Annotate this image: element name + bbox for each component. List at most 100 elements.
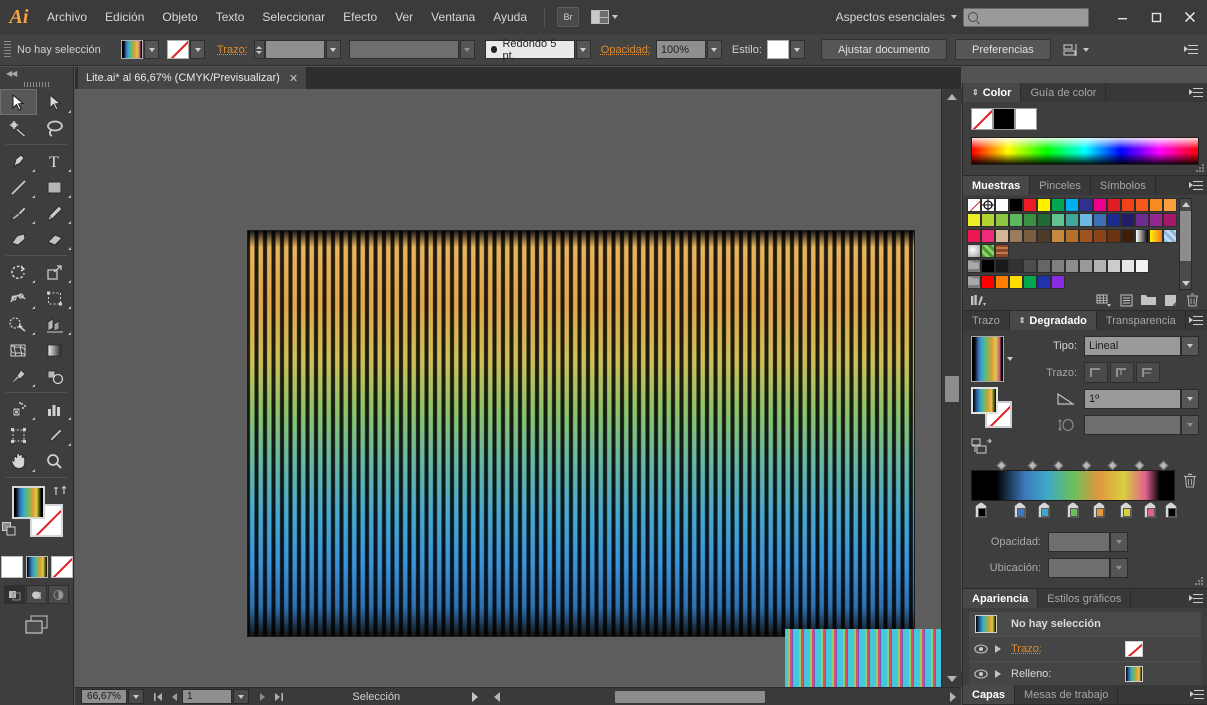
none-mode-button[interactable] <box>51 556 73 578</box>
menu-edicion[interactable]: Edición <box>96 0 153 34</box>
swatch-color[interactable] <box>1037 198 1051 212</box>
status-menu-icon[interactable] <box>467 689 483 705</box>
swatch-gray[interactable] <box>1065 259 1079 273</box>
rotate-tool[interactable] <box>0 259 37 285</box>
swatch-color[interactable] <box>1107 213 1121 227</box>
swatch-color[interactable] <box>967 229 981 243</box>
delete-swatch-icon[interactable] <box>1181 291 1203 309</box>
swatch-color[interactable] <box>1121 213 1135 227</box>
tab-degradado[interactable]: ⇕ Degradado <box>1010 311 1097 330</box>
appearance-target-row[interactable]: No hay selección <box>969 612 1201 637</box>
swatch-gray[interactable] <box>1037 259 1051 273</box>
stroke-weight-stepper[interactable] <box>254 40 265 59</box>
gradient-aspect-input[interactable] <box>1084 415 1181 435</box>
disclosure-triangle-icon[interactable] <box>995 645 1005 653</box>
reverse-gradient-icon[interactable] <box>971 438 1027 458</box>
swatch-color[interactable] <box>1163 198 1177 212</box>
brush-control[interactable]: Redondo 5 pt. <box>485 40 591 59</box>
swatch-color[interactable] <box>981 213 995 227</box>
swatch-registration[interactable] <box>981 198 995 212</box>
last-page-icon[interactable] <box>270 689 286 705</box>
new-color-group-icon[interactable] <box>1137 291 1159 309</box>
gradient-midpoint[interactable] <box>997 461 1007 471</box>
opacity-label[interactable]: Opacidad: <box>601 44 651 56</box>
striped-secondary-artwork[interactable] <box>785 629 955 687</box>
appearance-row-fill[interactable]: Relleno: <box>969 662 1201 687</box>
swatch-gray[interactable] <box>1051 259 1065 273</box>
tab-mesas-de-trabajo[interactable]: Mesas de trabajo <box>1015 685 1118 704</box>
maximize-button[interactable] <box>1139 4 1173 30</box>
none-swatch[interactable] <box>971 108 993 130</box>
tab-apariencia[interactable]: Apariencia <box>963 589 1038 608</box>
gradient-stop[interactable] <box>1014 502 1026 518</box>
swatch-color[interactable] <box>1009 229 1023 243</box>
tab-guia-de-color[interactable]: Guía de color <box>1021 83 1106 102</box>
gradient-fill-button[interactable] <box>971 387 998 414</box>
draw-inside-button[interactable] <box>48 585 69 604</box>
stroke-weight-control[interactable] <box>254 40 341 59</box>
swatch-color[interactable] <box>1065 213 1079 227</box>
gradient-stop[interactable] <box>975 502 987 518</box>
type-tool[interactable]: T <box>37 148 74 174</box>
stroke-weight-input[interactable] <box>265 40 325 59</box>
eyedropper-tool[interactable] <box>0 363 37 389</box>
fill-swatch[interactable] <box>121 40 143 59</box>
paintbrush-tool[interactable] <box>0 200 37 226</box>
gradient-midpoint[interactable] <box>1027 461 1037 471</box>
blend-tool[interactable] <box>37 363 74 389</box>
fit-document-button[interactable]: Ajustar documento <box>821 39 947 60</box>
gradient-stop[interactable] <box>1067 502 1079 518</box>
align-control[interactable] <box>1063 43 1089 57</box>
next-page-icon[interactable] <box>254 689 270 705</box>
stroke-profile-input[interactable] <box>349 40 459 59</box>
swap-fill-stroke-icon[interactable] <box>53 484 65 496</box>
gradient-midpoint[interactable] <box>1158 461 1168 471</box>
gradient-location-dropdown[interactable] <box>1110 558 1128 578</box>
swatch-color[interactable] <box>1009 213 1023 227</box>
swatch-libraries-icon[interactable] <box>967 291 989 309</box>
stroke-swatch[interactable] <box>167 40 189 59</box>
gradient-opacity-input[interactable] <box>1048 532 1110 552</box>
fill-swatch-control[interactable] <box>121 40 159 59</box>
swatch-color[interactable] <box>1093 198 1107 212</box>
menu-efecto[interactable]: Efecto <box>334 0 386 34</box>
menu-texto[interactable]: Texto <box>207 0 254 34</box>
stroke-gradient-along-button[interactable] <box>1110 362 1134 383</box>
opacity-input[interactable]: 100% <box>656 40 706 59</box>
previous-page-icon[interactable] <box>166 689 182 705</box>
stroke-gradient-within-button[interactable] <box>1084 362 1108 383</box>
zoom-level-input[interactable]: 66,67% <box>81 689 127 704</box>
style-dropdown[interactable] <box>790 40 805 59</box>
free-transform-tool[interactable] <box>37 285 74 311</box>
tools-grip[interactable] <box>0 79 73 89</box>
swatch-color[interactable] <box>1065 229 1079 243</box>
gradient-stop[interactable] <box>1120 502 1132 518</box>
scale-tool[interactable] <box>37 259 74 285</box>
gradient-midpoint[interactable] <box>1108 461 1118 471</box>
swatch-color[interactable] <box>1135 213 1149 227</box>
stroke-swatch-control[interactable] <box>167 40 205 59</box>
hand-tool[interactable] <box>0 448 37 474</box>
show-swatch-kinds-icon[interactable] <box>1093 291 1115 309</box>
swatch-color[interactable] <box>1051 198 1065 212</box>
gradient-stop[interactable] <box>1038 502 1050 518</box>
swatch-gray[interactable] <box>1135 259 1149 273</box>
artboard-main[interactable] <box>247 230 915 637</box>
swatch-none[interactable] <box>967 198 981 212</box>
tab-muestras[interactable]: Muestras <box>963 176 1030 195</box>
swatch-gray[interactable] <box>1079 259 1093 273</box>
stroke-weight-dropdown[interactable] <box>326 40 341 59</box>
swatch-color[interactable] <box>1135 198 1149 212</box>
gradient-aspect-dropdown[interactable] <box>1181 415 1199 435</box>
stroke-dropdown-button[interactable] <box>190 40 205 59</box>
panel-resize-grip[interactable] <box>1195 163 1205 173</box>
minimize-button[interactable] <box>1105 4 1139 30</box>
gradient-stop[interactable] <box>1093 502 1105 518</box>
swatch-color[interactable] <box>981 275 995 289</box>
gradient-opacity-dropdown[interactable] <box>1110 532 1128 552</box>
tab-pinceles[interactable]: Pinceles <box>1030 176 1091 195</box>
arrange-documents-icon[interactable] <box>591 10 618 24</box>
color-panel-menu-icon[interactable] <box>1185 83 1207 102</box>
zoom-level-dropdown[interactable] <box>128 689 144 704</box>
black-swatch[interactable] <box>993 108 1015 130</box>
